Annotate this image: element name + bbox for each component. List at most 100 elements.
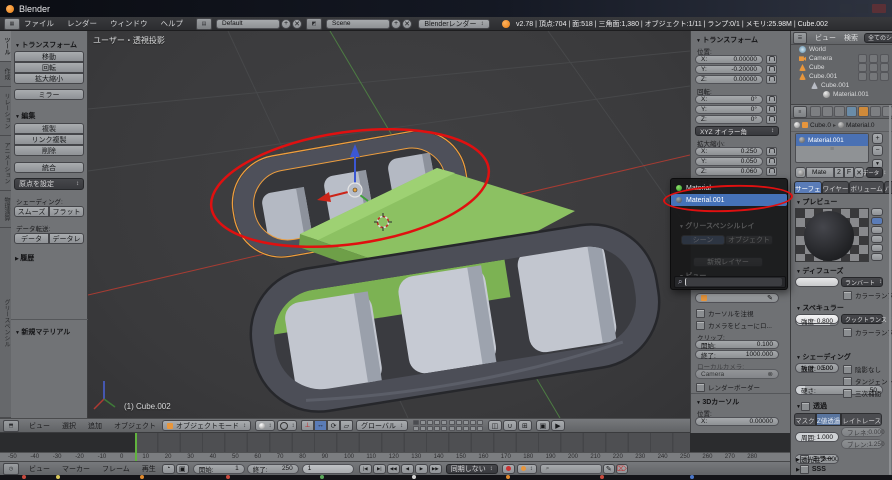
rotation-mode-dropdown[interactable]: XYZ オイラー角: [695, 126, 779, 136]
scale-manipulator-icon[interactable]: ▱: [340, 420, 353, 431]
users-count-button[interactable]: 2: [834, 167, 844, 178]
preview-sphere-icon[interactable]: [871, 217, 883, 225]
window-titlebar[interactable]: Blender: [0, 0, 892, 17]
layer-cell[interactable]: [455, 426, 462, 431]
visibility-eye-icon[interactable]: [858, 54, 867, 63]
sss-panel-header[interactable]: SSS: [796, 465, 826, 474]
data-layout-transfer-button[interactable]: データレ: [49, 233, 84, 244]
layer-cell[interactable]: [462, 426, 469, 431]
tab-raytrace[interactable]: レイトレース: [841, 413, 882, 426]
diffuse-color-swatch[interactable]: [795, 277, 839, 287]
specular-panel-header[interactable]: スペキュラー: [796, 303, 844, 313]
shade-flat-button[interactable]: フラット: [49, 206, 84, 217]
frame-lock-icon[interactable]: ▣: [175, 463, 189, 474]
lock-camera-row[interactable]: カメラをビューにロ...: [696, 320, 772, 330]
shade-smooth-button[interactable]: スムーズ: [14, 206, 49, 217]
record-button[interactable]: [501, 463, 515, 474]
menu-render[interactable]: レンダー: [67, 18, 97, 29]
breadcrumb-object[interactable]: Cube.0: [810, 122, 831, 129]
delete-layout-button[interactable]: ✕: [292, 18, 302, 29]
mirror-panel-header[interactable]: ミラー: [796, 454, 833, 464]
local-camera-field[interactable]: Camera ⊗: [695, 369, 779, 379]
outliner-menu-search[interactable]: 検索: [844, 33, 858, 43]
delete-button[interactable]: 削除: [14, 145, 84, 156]
next-keyframe-button[interactable]: ▶▶: [428, 463, 442, 474]
layer-cell[interactable]: [426, 426, 433, 431]
scale-y-field[interactable]: Y: 0.050: [695, 157, 763, 166]
tangent-row[interactable]: タンジェント...: [843, 376, 892, 386]
lock-icon[interactable]: [766, 65, 777, 74]
menu-window[interactable]: ウィンドウ: [110, 18, 148, 29]
loc-z-field[interactable]: Z: 0.00000: [695, 75, 763, 84]
clip-start-field[interactable]: 開始: 0.100: [695, 340, 779, 350]
layer-cell[interactable]: [419, 420, 426, 425]
duplicate-linked-button[interactable]: リンク複製: [14, 134, 84, 145]
loc-y-field[interactable]: Y: -0.20000: [695, 65, 763, 74]
visibility-eye-icon[interactable]: [858, 72, 867, 81]
layer-cell[interactable]: [462, 420, 469, 425]
cursor3d-panel-header[interactable]: 3Dカーソル: [696, 397, 739, 407]
lock-icon[interactable]: [766, 105, 777, 114]
renderability-camera-icon[interactable]: [880, 72, 889, 81]
layer-cell[interactable]: [412, 420, 419, 425]
lock-icon[interactable]: [766, 115, 777, 124]
rotate-manipulator-icon[interactable]: ⟳: [327, 420, 340, 431]
cubic-row[interactable]: 三次補間: [843, 388, 881, 398]
current-frame-field[interactable]: 1: [301, 463, 354, 474]
tab-mask[interactable]: マスク: [794, 413, 816, 426]
npanel-transform-header[interactable]: トランスフォーム: [696, 35, 758, 45]
breadcrumb-material[interactable]: Material.0: [846, 122, 875, 129]
tab-grease-pencil[interactable]: グリースペンシル: [0, 228, 11, 418]
layer-cell[interactable]: [476, 426, 483, 431]
layer-cell[interactable]: [433, 426, 440, 431]
render-tab-icon[interactable]: [810, 106, 821, 117]
mode-selector[interactable]: オブジェクトモード: [162, 420, 251, 431]
material-name-field[interactable]: Mate: [806, 167, 834, 178]
viewport-menu-view[interactable]: ビュー: [29, 421, 50, 431]
selectability-cursor-icon[interactable]: [869, 72, 878, 81]
renderability-camera-icon[interactable]: [880, 54, 889, 63]
clip-end-field[interactable]: 終了: 1000.000: [695, 350, 779, 360]
add-slot-button[interactable]: +: [872, 133, 883, 144]
set-origin-dropdown[interactable]: 原点を設定: [14, 178, 84, 190]
jump-to-start-button[interactable]: |◀: [358, 463, 372, 474]
timeline-menu-view[interactable]: ビュー: [29, 464, 50, 474]
add-layout-button[interactable]: +: [281, 18, 291, 29]
outliner-editor-icon[interactable]: ☰: [793, 31, 807, 44]
menu-file[interactable]: ファイル: [24, 18, 54, 29]
data-transfer-button[interactable]: データ: [14, 233, 49, 244]
world-tab-icon[interactable]: [846, 106, 857, 117]
maximize-button[interactable]: [856, 4, 868, 13]
popup-search-input[interactable]: [685, 278, 782, 286]
timeline-menu-playback[interactable]: 再生: [142, 464, 156, 474]
duplicate-button[interactable]: 複製: [14, 123, 84, 134]
popup-item-material[interactable]: Material: [671, 182, 787, 194]
menu-help[interactable]: ヘルプ: [161, 18, 184, 29]
renderability-camera-icon[interactable]: [880, 63, 889, 72]
transparency-panel-header[interactable]: 透過: [796, 401, 827, 411]
render-opengl-anim-icon[interactable]: ▶: [550, 420, 565, 431]
mirror-button[interactable]: ミラー: [14, 89, 84, 100]
render-border-row[interactable]: レンダーボーダー: [696, 382, 760, 392]
frame-end-field[interactable]: 終了: 250: [246, 463, 299, 474]
properties-scrollbar[interactable]: [889, 105, 891, 475]
jump-to-end-button[interactable]: ▶|: [372, 463, 386, 474]
timeline-menu-frame[interactable]: フレーム: [102, 464, 130, 474]
diffuse-panel-header[interactable]: ディフューズ: [796, 266, 843, 276]
shading-mode-selector[interactable]: [255, 420, 275, 431]
lock-icon[interactable]: [766, 75, 777, 84]
timeline-band[interactable]: [0, 433, 790, 452]
remove-slot-button[interactable]: −: [872, 145, 883, 156]
outliner-row-cube001[interactable]: Cube.001: [791, 72, 892, 81]
rot-x-field[interactable]: X: 0°: [695, 95, 763, 104]
blend-field[interactable]: ブレン: 1.250: [841, 439, 885, 449]
data-link-dropdown[interactable]: データ: [863, 167, 883, 178]
specular-ramp-row[interactable]: カラーランプ: [843, 327, 892, 337]
outliner-row-cube[interactable]: Cube: [791, 63, 892, 72]
scene-icon[interactable]: ◩: [306, 17, 322, 30]
layers-widget-a[interactable]: [412, 420, 447, 431]
render-opengl-icon[interactable]: ▣: [535, 420, 550, 431]
keying-set-input[interactable]: ⌕: [539, 463, 602, 474]
tab-create[interactable]: 作成: [0, 62, 11, 87]
layer-cell[interactable]: [433, 420, 440, 425]
